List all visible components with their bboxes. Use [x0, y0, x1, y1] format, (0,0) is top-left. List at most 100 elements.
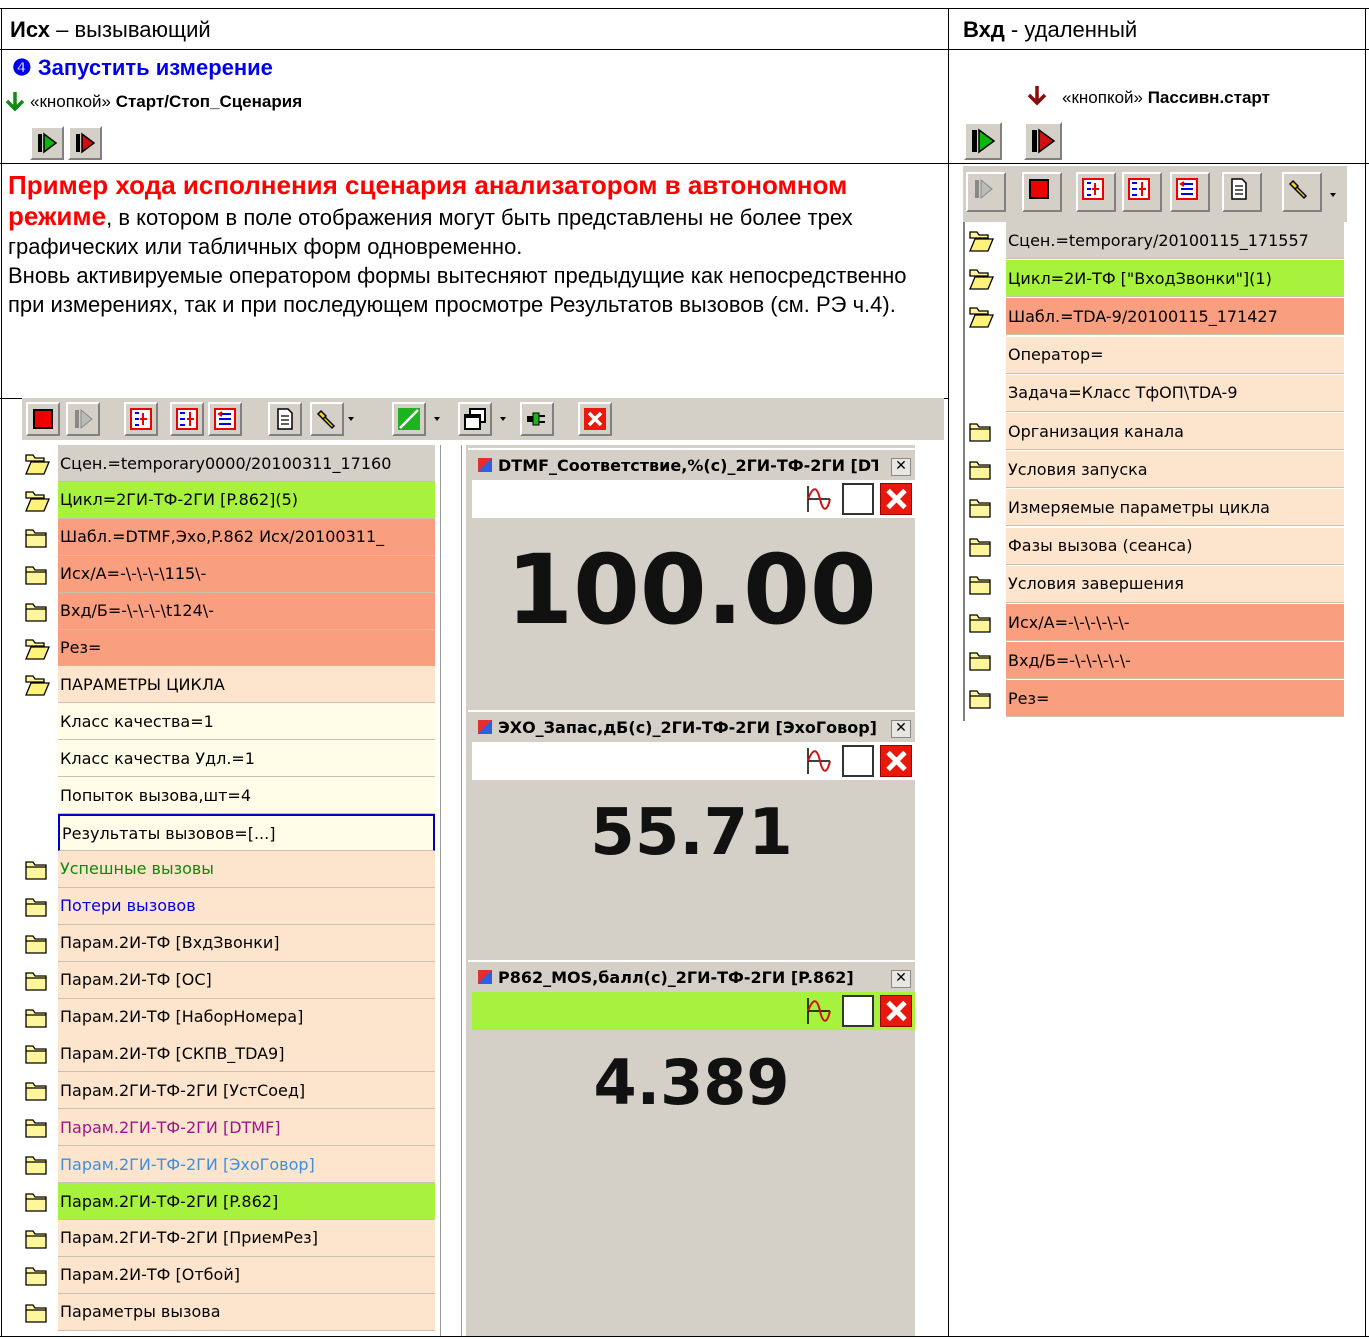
- tree-item[interactable]: Парам.2ГИ-ТФ-2ГИ [ЭхоГовор]: [22, 1146, 435, 1184]
- tree-item[interactable]: Результаты вызовов=[...]: [22, 814, 435, 851]
- tree-item[interactable]: Цикл=2ГИ-ТФ-2ГИ [P.862](5): [22, 481, 435, 519]
- tree-item[interactable]: Рез=: [966, 680, 1344, 718]
- passive-start-button-green[interactable]: [964, 122, 1002, 160]
- waveform-icon[interactable]: [802, 746, 832, 776]
- tree-item[interactable]: Парам.2ГИ-ТФ-2ГИ [УстСоед]: [22, 1072, 435, 1110]
- maximize-button[interactable]: [842, 483, 874, 515]
- window-close-button[interactable]: ✕: [891, 458, 911, 476]
- play-red-icon: [76, 132, 96, 154]
- passive-start-button-red[interactable]: [1024, 122, 1062, 160]
- plug-icon: [527, 412, 545, 426]
- tree-item[interactable]: Парам.2И-ТФ [НаборНомера]: [22, 998, 435, 1036]
- splitter[interactable]: [440, 445, 462, 1336]
- tools-icon: [316, 409, 336, 430]
- stop-button[interactable]: [1022, 172, 1062, 212]
- tree-item[interactable]: Класс качества=1: [22, 703, 435, 741]
- tree-item-label: Попыток вызова,шт=4: [58, 777, 435, 815]
- list-down-button[interactable]: [1122, 172, 1162, 212]
- diagram-dropdown[interactable]: [432, 402, 442, 436]
- folder-icon: [24, 1190, 48, 1212]
- tree-item[interactable]: Класс качества Удл.=1: [22, 740, 435, 778]
- settings-button[interactable]: [1282, 172, 1322, 212]
- window-close-button[interactable]: ✕: [891, 720, 911, 738]
- step-title: ❹ Запустить измерение: [12, 55, 273, 80]
- waveform-icon[interactable]: [802, 996, 832, 1026]
- diagram-button[interactable]: [392, 402, 426, 436]
- list1-icon: [130, 408, 152, 430]
- list-down-button[interactable]: [170, 402, 204, 436]
- left-hint-prefix: «кнопкой»: [30, 92, 116, 111]
- tree-item-label: Вхд/Б=-\-\-\-\-\-: [1006, 642, 1344, 680]
- tree-item[interactable]: Вхд/Б=-\-\-\-\-\-: [966, 642, 1344, 680]
- tree-item[interactable]: Шабл.=TDA-9/20100115_171427: [966, 298, 1344, 336]
- tree-item-label: Парам.2И-ТФ [ВхдЗвонки]: [58, 924, 435, 962]
- maximize-button[interactable]: [842, 745, 874, 777]
- tree-item[interactable]: Успешные вызовы: [22, 850, 435, 888]
- tree-item[interactable]: Цикл=2И-ТФ ["ВходЗвонки"](1): [966, 260, 1344, 298]
- folder-icon: [968, 649, 992, 671]
- tree-item[interactable]: Сцен.=temporary/20100115_171557: [966, 222, 1344, 259]
- tree-item-label: Вхд/Б=-\-\-\-\t124\-: [58, 592, 435, 630]
- start-button-disabled[interactable]: [66, 402, 100, 436]
- tree-item[interactable]: Сцен.=temporary0000/20100311_17160: [22, 445, 435, 482]
- close-red-button[interactable]: [880, 745, 912, 777]
- close-red-button[interactable]: [880, 995, 912, 1027]
- tree-item[interactable]: Попыток вызова,шт=4: [22, 777, 435, 815]
- tree-item-label: Фазы вызова (сеанса): [1006, 527, 1344, 565]
- tree-item[interactable]: Организация канала: [966, 413, 1344, 450]
- close-red-button[interactable]: [880, 483, 912, 515]
- connect-button[interactable]: [520, 402, 554, 436]
- list-up-button[interactable]: [1076, 172, 1116, 212]
- tree-item-label: Измеряемые параметры цикла: [1006, 489, 1344, 527]
- settings-dropdown[interactable]: [1328, 178, 1338, 212]
- tree-item[interactable]: Исх/А=-\-\-\-\115\-: [22, 555, 435, 593]
- list-back-button[interactable]: [208, 402, 242, 436]
- tree-item[interactable]: Задача=Класс ТфОП\TDA-9: [966, 374, 1344, 412]
- tree-item[interactable]: Парам.2ГИ-ТФ-2ГИ [P.862]: [22, 1183, 435, 1220]
- tree-item-label: Парам.2И-ТФ [СКПВ_TDA9]: [58, 1035, 435, 1073]
- windows-dropdown[interactable]: [498, 402, 508, 436]
- waveform-icon[interactable]: [802, 484, 832, 514]
- scenario-stop-button[interactable]: [68, 126, 102, 160]
- window-close-button[interactable]: ✕: [891, 970, 911, 988]
- window-button-bar: [472, 742, 915, 780]
- tree-item[interactable]: Фазы вызова (сеанса): [966, 527, 1344, 565]
- windows-button[interactable]: [458, 402, 492, 436]
- tree-item[interactable]: Парам.2И-ТФ [Отбой]: [22, 1256, 435, 1294]
- tree-item[interactable]: Рез=: [22, 629, 435, 667]
- tree-item[interactable]: Парам.2И-ТФ [ВхдЗвонки]: [22, 924, 435, 962]
- scenario-start-button[interactable]: [30, 126, 64, 160]
- tree-item[interactable]: Парам.2И-ТФ [ОС]: [22, 961, 435, 999]
- tree-item[interactable]: Парам.2ГИ-ТФ-2ГИ [DTMF]: [22, 1109, 435, 1147]
- tree-item-label: Парам.2И-ТФ [ОС]: [58, 961, 435, 999]
- list-back-button[interactable]: [1170, 172, 1210, 212]
- tree-item[interactable]: Шабл.=DTMF,Эхо,P.862 Исх/20100311_: [22, 518, 435, 556]
- tree-item[interactable]: Параметры вызова: [22, 1293, 435, 1331]
- tree-item[interactable]: Исх/А=-\-\-\-\-\-: [966, 604, 1344, 641]
- tree-item[interactable]: Парам.2ГИ-ТФ-2ГИ [ПриемРез]: [22, 1219, 435, 1257]
- tree-item[interactable]: Оператор=: [966, 336, 1344, 374]
- list-up-button[interactable]: [124, 402, 158, 436]
- exit-button[interactable]: [578, 402, 612, 436]
- folder-icon: [968, 573, 992, 595]
- window-button-bar: [472, 992, 915, 1030]
- start-button-disabled[interactable]: [966, 172, 1006, 212]
- report-button[interactable]: [268, 402, 302, 436]
- tree-item[interactable]: Парам.2И-ТФ [СКПВ_TDA9]: [22, 1035, 435, 1073]
- maximize-button[interactable]: [842, 995, 874, 1027]
- tree-item[interactable]: Измеряемые параметры цикла: [966, 489, 1344, 527]
- stop-button[interactable]: [26, 402, 60, 436]
- settings-button[interactable]: [310, 402, 344, 436]
- tree-item[interactable]: ПАРАМЕТРЫ ЦИКЛА: [22, 666, 435, 704]
- tree-item[interactable]: Условия запуска: [966, 451, 1344, 489]
- diag-icon: [398, 408, 420, 430]
- folder-open-icon: [24, 673, 50, 697]
- tree-item[interactable]: Вхд/Б=-\-\-\-\t124\-: [22, 592, 435, 630]
- right-hint-bold: Пассивн.старт: [1147, 88, 1270, 107]
- report-button[interactable]: [1222, 172, 1262, 212]
- tree-item[interactable]: Потери вызовов: [22, 887, 435, 925]
- settings-dropdown[interactable]: [346, 402, 356, 436]
- tools-icon: [1288, 179, 1308, 200]
- tree-item[interactable]: Условия завершения: [966, 565, 1344, 603]
- down-arrow-icon: [5, 92, 25, 112]
